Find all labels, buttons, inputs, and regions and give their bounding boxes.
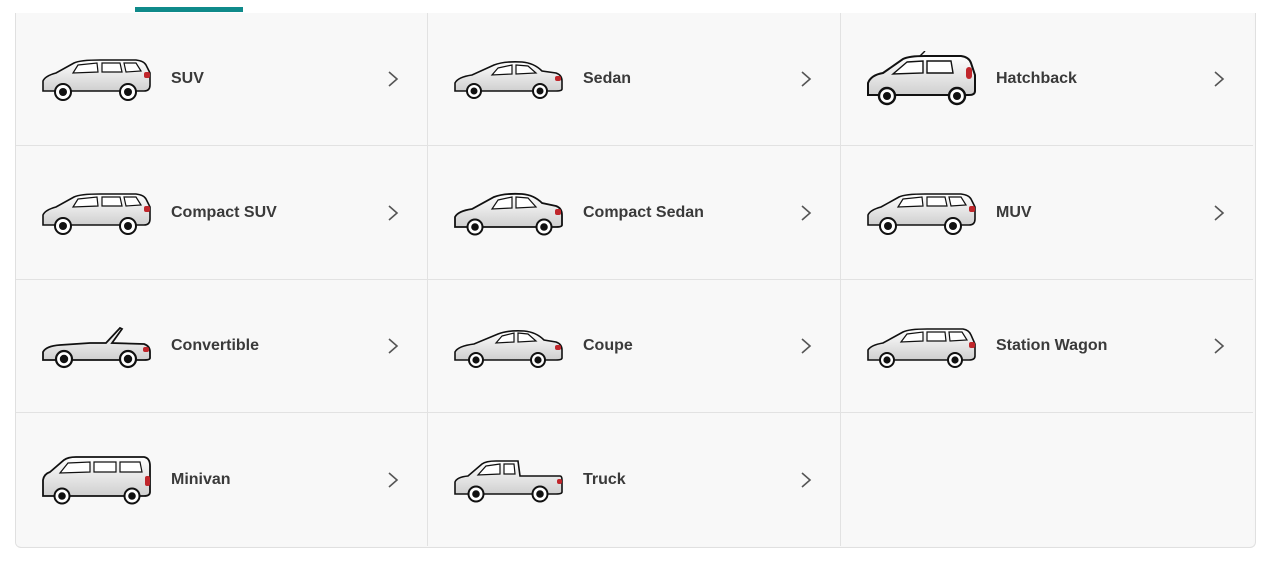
- body-type-label: Convertible: [171, 337, 260, 354]
- body-type-label: Compact SUV: [171, 203, 277, 221]
- body-type-label: Truck: [583, 470, 626, 488]
- body-type-hatchback[interactable]: Hatchback: [841, 13, 1253, 146]
- body-type-compact-sedan[interactable]: Compact Sedan: [428, 146, 841, 280]
- body-type-truck[interactable]: Truck: [428, 413, 841, 546]
- hatchback-icon: [867, 51, 976, 106]
- compact-suv-icon: [42, 192, 151, 235]
- body-type-label: Station Wagon: [996, 337, 1108, 354]
- station-wagon-icon: [867, 328, 976, 368]
- coupe-icon: [454, 330, 563, 368]
- body-type-sedan[interactable]: Sedan: [428, 13, 841, 146]
- body-type-convertible[interactable]: Convertible: [16, 280, 428, 413]
- chevron-right-icon: [388, 204, 399, 221]
- body-type-minivan[interactable]: Minivan: [16, 413, 428, 546]
- minivan-icon: [42, 455, 151, 504]
- body-type-label: Coupe: [583, 337, 633, 354]
- body-type-label: MUV: [996, 203, 1032, 221]
- tab-bar: [15, 0, 1254, 14]
- chevron-right-icon: [1214, 338, 1225, 354]
- chevron-right-icon: [1214, 71, 1225, 87]
- chevron-right-icon: [388, 338, 399, 354]
- chevron-right-icon: [388, 71, 399, 87]
- empty-cell: [841, 413, 1253, 546]
- body-type-label: Minivan: [171, 470, 231, 488]
- sedan-icon: [454, 61, 563, 99]
- chevron-right-icon: [801, 204, 812, 221]
- body-type-label: Sedan: [583, 70, 632, 87]
- chevron-right-icon: [801, 471, 812, 488]
- body-type-compact-suv[interactable]: Compact SUV: [16, 146, 428, 280]
- body-type-station-wagon[interactable]: Station Wagon: [841, 280, 1253, 413]
- compact-sedan-icon: [454, 192, 563, 235]
- active-tab-indicator: [135, 7, 243, 12]
- muv-icon: [867, 192, 976, 235]
- truck-icon: [454, 459, 563, 502]
- convertible-icon: [42, 326, 151, 369]
- chevron-right-icon: [388, 471, 399, 488]
- body-type-label: Hatchback: [996, 70, 1077, 87]
- body-type-grid: SUV Sedan Hatchback Compact SUV Compact …: [15, 13, 1256, 548]
- body-type-muv[interactable]: MUV: [841, 146, 1253, 280]
- chevron-right-icon: [801, 338, 812, 354]
- body-type-label: SUV: [171, 70, 204, 87]
- chevron-right-icon: [1214, 204, 1225, 221]
- body-type-suv[interactable]: SUV: [16, 13, 428, 146]
- suv-icon: [42, 59, 151, 101]
- body-type-label: Compact Sedan: [583, 203, 704, 221]
- chevron-right-icon: [801, 71, 812, 87]
- body-type-coupe[interactable]: Coupe: [428, 280, 841, 413]
